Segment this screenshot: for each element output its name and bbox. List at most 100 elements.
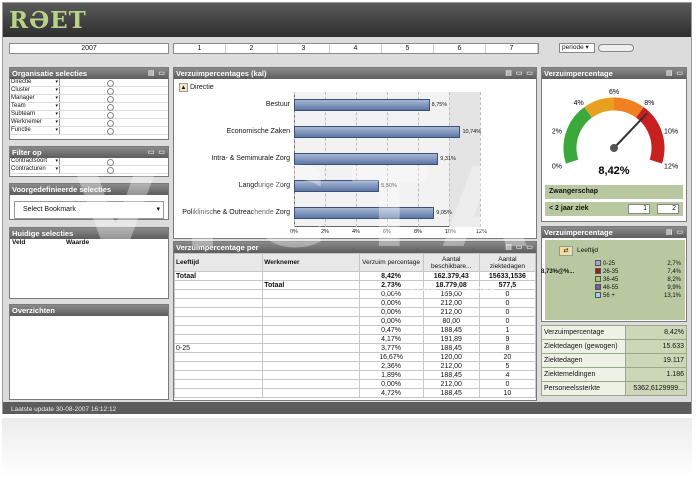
pivot-header-1[interactable]: Werknemer	[262, 253, 360, 272]
pivot-subtotal-row: Totaal 2,73% 18.779,08 577,5	[174, 280, 536, 290]
month-5[interactable]: 5	[382, 44, 434, 53]
bar[interactable]	[294, 99, 430, 111]
category-label: Langdurige Zorg	[238, 182, 290, 189]
selection-knob[interactable]	[60, 95, 168, 103]
pivot-header-2[interactable]: Verzuim percentage	[358, 253, 424, 272]
drill-icon[interactable]: ⇄	[559, 246, 573, 256]
gauge-title: Verzuimpercentage ▤ ▭	[542, 68, 686, 79]
lt2-from-input[interactable]: 1	[628, 204, 650, 214]
table-row: 0,00% 80,00 0	[174, 316, 536, 326]
kpi-value: 19.117	[625, 353, 687, 368]
bar-value-label: 8,75%	[431, 102, 448, 108]
legend-item[interactable]: 56 + 13,1%	[595, 292, 681, 300]
filter-title: Filter op ▭ ▭	[10, 147, 168, 158]
month-4[interactable]: 4	[330, 44, 382, 53]
category-label: Economische Zaken	[226, 128, 290, 135]
periode-dropdown[interactable]: periode ▾	[559, 43, 595, 53]
legend-value: 9,9%	[667, 285, 681, 291]
pivot-total-row: Totaal 8,42% 162.379,43 15633,1536	[174, 271, 536, 281]
legend-item[interactable]: 36-45 8,2%	[595, 276, 681, 284]
pivot-cell: 8,42%	[358, 271, 424, 281]
org-field-label: Subteam	[10, 111, 60, 118]
selection-knob[interactable]	[60, 119, 168, 127]
org-field-label: Manager	[10, 95, 60, 102]
org-field-functie[interactable]: Functie	[10, 127, 168, 135]
age-legend-title: Leeftijd	[577, 247, 598, 254]
panel-controls-icon[interactable]: ▤ ▭ ▭	[505, 242, 534, 253]
org-field-subteam[interactable]: Subteam	[10, 111, 168, 119]
year-selector[interactable]: 2007	[9, 43, 169, 54]
application-window: RƏET 2007 1234567 periode ▾ Organisatie …	[2, 2, 692, 414]
org-field-manager[interactable]: Manager	[10, 95, 168, 103]
org-field-werknemer[interactable]: Werknemer	[10, 119, 168, 127]
pivot-cell: 0,00%	[358, 316, 424, 326]
kpi-value: 8,42%	[625, 325, 687, 340]
pivot-table: Leeftijd Werknemer Verzuim percentage Aanta…	[174, 253, 536, 398]
gauge-needle	[613, 112, 648, 149]
selection-knob[interactable]	[60, 111, 168, 119]
selection-knob[interactable]	[60, 79, 168, 87]
bar[interactable]	[294, 126, 461, 138]
bar-value-label: 9,05%	[436, 210, 452, 216]
table-row: 16,67% 120,00 20	[174, 352, 536, 362]
pivot-header-4[interactable]: Aantal ziektedagen	[478, 253, 536, 272]
filter-field-contractsoort[interactable]: Contractsoort	[10, 158, 168, 166]
table-row: 0,00% 159,00 0	[174, 289, 536, 299]
pivot-header-0[interactable]: Leeftijd	[174, 253, 264, 272]
pivot-cell	[174, 307, 264, 317]
selection-knob[interactable]	[60, 158, 168, 166]
legend-item[interactable]: 26-35 7,4%	[595, 268, 681, 276]
periode-slider[interactable]	[598, 44, 634, 52]
pivot-cell: 4,17%	[358, 334, 424, 344]
panel-controls-icon[interactable]: ▤ ▭	[148, 68, 166, 79]
pivot-header-3[interactable]: Aantal beschikbare...	[422, 253, 480, 272]
month-1[interactable]: 1	[174, 44, 226, 53]
x-tick-label: 10%	[445, 229, 457, 235]
panel-controls-icon[interactable]: ▭ ▭	[148, 147, 166, 158]
month-2[interactable]: 2	[226, 44, 278, 53]
selection-knob[interactable]	[60, 103, 168, 111]
gauge-segment	[613, 97, 644, 118]
pivot-cell	[262, 316, 360, 326]
pivot-cell: 10	[478, 388, 536, 398]
org-field-cluster[interactable]: Cluster	[10, 87, 168, 95]
legend-item[interactable]: 46-55 9,9%	[595, 284, 681, 292]
month-6[interactable]: 6	[434, 44, 486, 53]
panel-controls-icon[interactable]: ▤ ▭	[666, 227, 684, 238]
panel-controls-icon[interactable]: ▤ ▭ ▭	[505, 68, 534, 79]
kpi-label: Verzuimpercentage	[541, 325, 626, 340]
kpi-label: Personeelssterkte	[541, 381, 626, 396]
pivot-cell	[262, 271, 360, 281]
lt2-row: < 2 jaar ziek 1 2	[545, 202, 683, 216]
pivot-cell: 3,77%	[358, 343, 424, 353]
pivot-cell: 212,00	[422, 298, 480, 308]
bookmark-select[interactable]: Select Bookmark ▾	[14, 201, 164, 219]
gauge-hub	[610, 144, 618, 152]
pivot-cell	[174, 388, 264, 398]
month-7[interactable]: 7	[486, 44, 538, 53]
bar[interactable]	[294, 153, 439, 165]
pivot-cell: 0	[478, 298, 536, 308]
filter-field-contracturen[interactable]: Contracturen	[10, 166, 168, 174]
legend-item[interactable]: 0-25 2,7%	[595, 260, 681, 268]
pivot-cell	[262, 370, 360, 380]
pivot-cell	[174, 379, 264, 389]
bar[interactable]	[294, 180, 380, 192]
selection-knob[interactable]	[60, 87, 168, 95]
org-field-team[interactable]: Team	[10, 103, 168, 111]
panel-controls-icon[interactable]: ▤ ▭	[666, 68, 684, 79]
category-label: Intra- & Semimurale Zorg	[211, 155, 290, 162]
month-selector[interactable]: 1234567	[173, 43, 539, 54]
col-waarde: Waarde	[66, 239, 90, 246]
selection-knob[interactable]	[60, 166, 168, 174]
legend-value: 13,1%	[663, 293, 681, 299]
lt2-to-input[interactable]: 2	[657, 204, 679, 214]
bar[interactable]	[294, 207, 435, 219]
org-field-label: Functie	[10, 127, 60, 134]
selection-knob[interactable]	[60, 127, 168, 135]
pivot-cell	[174, 361, 264, 371]
month-3[interactable]: 3	[278, 44, 330, 53]
age-legend-area: ⇄ Leeftijd 0-25 2,7% 26-35 7,4% 36-45 8,2% 46-…	[545, 240, 685, 320]
organisatie-title: Organisatie selecties ▤ ▭	[10, 68, 168, 79]
org-field-directie[interactable]: Directie	[10, 79, 168, 87]
